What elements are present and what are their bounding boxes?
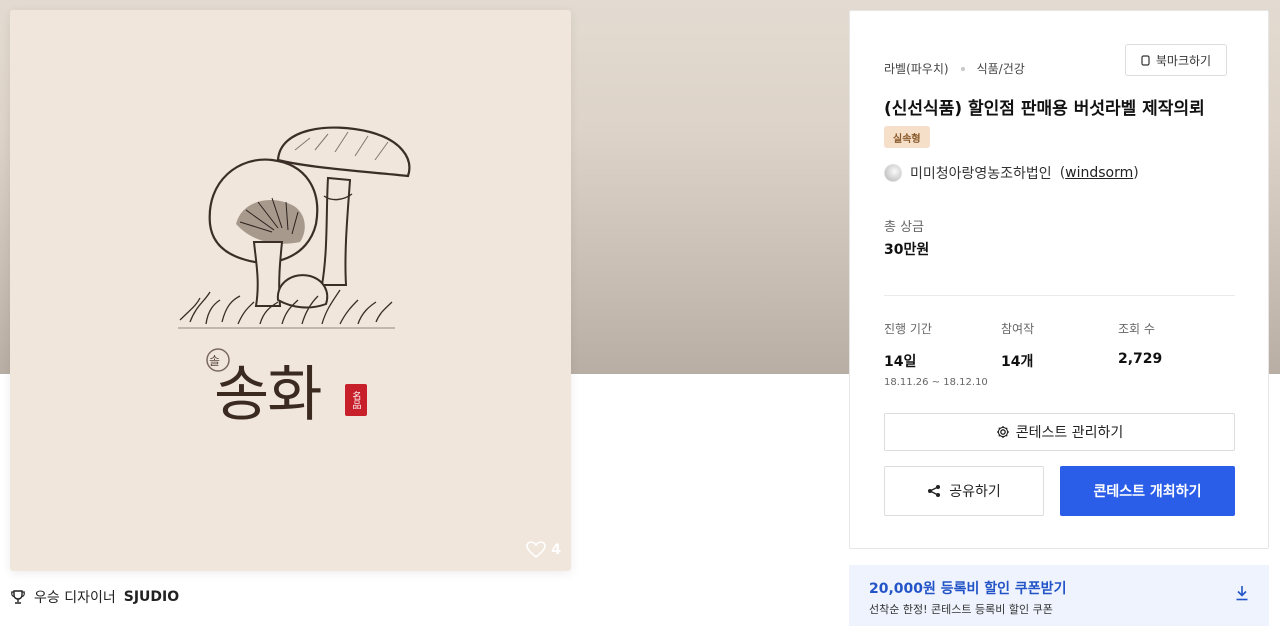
breadcrumb-subcategory[interactable]: 식품/건강 [977, 60, 1025, 77]
stat-duration: 진행 기간 14일 18.11.26 ~ 18.12.10 [884, 320, 988, 388]
stat-label: 참여작 [1001, 322, 1035, 336]
coupon-subtitle: 선착순 한정! 콘테스트 등록비 할인 쿠폰 [869, 603, 1053, 616]
breadcrumb-category[interactable]: 라벨(파우치) [884, 60, 949, 77]
bookmark-icon [1141, 54, 1150, 66]
coupon-title: 20,000원 등록비 할인 쿠폰받기 [869, 581, 1067, 597]
stat-label: 진행 기간 [884, 322, 932, 336]
winner-name[interactable]: SJUDIO [124, 589, 179, 605]
stat-entries: 참여작 14개 [1001, 320, 1034, 371]
prize-label: 총 상금 [884, 220, 925, 235]
breadcrumb-separator [960, 66, 965, 71]
coupon-banner[interactable]: 20,000원 등록비 할인 쿠폰받기 선착순 한정! 콘테스트 등록비 할인 … [849, 565, 1269, 626]
like-button[interactable]: 4 [526, 541, 561, 559]
red-seal: 名品 [345, 384, 367, 416]
stat-label: 조회 수 [1118, 322, 1155, 336]
share-label: 공유하기 [949, 484, 1001, 500]
host-info: 미미청아랑영농조하법인 (windsorm) [884, 163, 1139, 183]
host-name: 미미청아랑영농조하법인 [910, 166, 1052, 182]
contest-artwork[interactable]: 솔 송화 名品 4 [10, 10, 571, 571]
manage-label: 콘테스트 관리하기 [1015, 425, 1124, 441]
stat-views: 조회 수 2,729 [1118, 320, 1162, 367]
share-icon [928, 485, 941, 497]
share-button[interactable]: 공유하기 [884, 466, 1044, 516]
winner-info: 우승 디자이너 SJUDIO [10, 587, 179, 607]
grade-badge: 실속형 [884, 126, 930, 148]
stat-date-range: 18.11.26 ~ 18.12.10 [884, 377, 988, 388]
stat-value: 14일 [884, 354, 917, 370]
manage-contest-button[interactable]: 콘테스트 관리하기 [884, 413, 1235, 451]
avatar [884, 164, 902, 182]
like-count: 4 [551, 542, 561, 558]
download-icon[interactable] [1235, 585, 1249, 601]
contest-info-panel: 라벨(파우치) 식품/건강 북마크하기 (신선식품) 할인점 판매용 버섯라벨 … [849, 10, 1269, 549]
brand-logo-text: 송화 [214, 360, 322, 430]
bookmark-label: 북마크하기 [1155, 53, 1212, 68]
winner-prefix: 우승 디자이너 [34, 590, 116, 606]
contest-title: (신선식품) 할인점 판매용 버섯라벨 제작의뢰 [884, 99, 1205, 119]
mushroom-illustration [178, 126, 411, 372]
trophy-icon [11, 590, 25, 604]
host-id-link[interactable]: windsorm [1065, 165, 1133, 181]
heart-icon [526, 541, 547, 559]
host-contest-button[interactable]: 콘테스트 개최하기 [1060, 466, 1235, 516]
stat-value: 2,729 [1118, 351, 1163, 367]
gear-icon [996, 426, 1009, 438]
prize-value: 30만원 [884, 242, 930, 258]
divider [884, 295, 1235, 296]
breadcrumb: 라벨(파우치) 식품/건강 [884, 60, 1025, 77]
bookmark-button[interactable]: 북마크하기 [1125, 44, 1227, 76]
stat-value: 14개 [1001, 354, 1034, 370]
seal-text: 名品 [350, 391, 361, 409]
